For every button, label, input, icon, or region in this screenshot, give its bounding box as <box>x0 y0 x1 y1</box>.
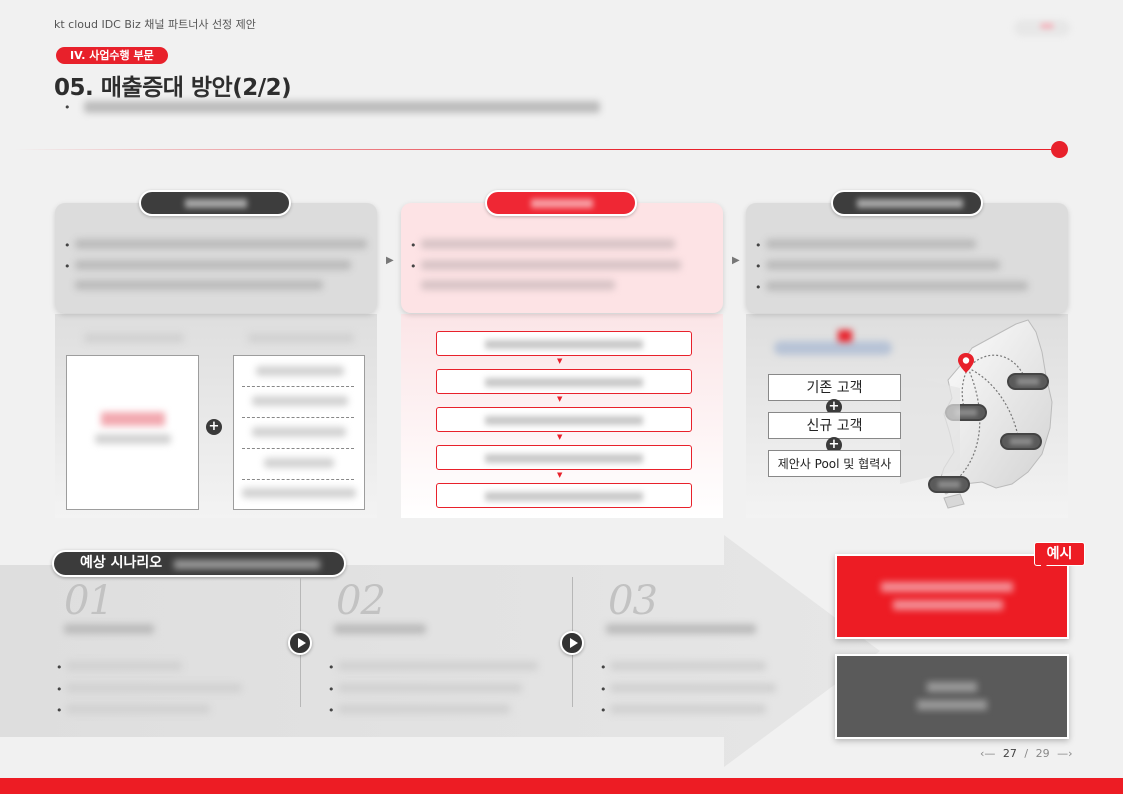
document-title: kt cloud IDC Biz 채널 파트너사 선정 제안 <box>54 18 256 31</box>
partner-logo <box>774 341 892 355</box>
step-title <box>64 624 154 634</box>
column-1-subhead-b <box>248 333 354 343</box>
step-number: 02 <box>336 578 386 624</box>
play-circle-icon <box>560 631 584 655</box>
pagination: ‹— 27 / 29 —› <box>980 747 1073 760</box>
footer-bar <box>0 778 1123 794</box>
existing-customer-box: 기존 고객 <box>768 374 901 401</box>
summary-bullet: • <box>64 101 71 114</box>
step-title <box>334 624 426 634</box>
step-title <box>606 624 756 634</box>
divider-line <box>14 149 1060 150</box>
plus-circle-icon: + <box>206 419 222 435</box>
section-label: IV. 사업수행 부문 <box>56 47 168 64</box>
page-separator: / <box>1024 747 1029 760</box>
flow-step-2 <box>436 369 692 394</box>
flow-step-5 <box>436 483 692 508</box>
column-2-tab <box>485 190 637 216</box>
down-arrow-icon: ▼ <box>557 395 563 403</box>
map-pin-icon <box>958 353 974 373</box>
flow-step-4 <box>436 445 692 470</box>
partner-pool-box: 제안사 Pool 및 협력사 <box>768 450 901 477</box>
map-connector <box>900 374 960 484</box>
brand-logo <box>1014 20 1070 36</box>
column-3-panel: • • • <box>746 203 1068 313</box>
scenario-label-pill: 예상 시나리오 <box>52 550 346 577</box>
down-arrow-icon: ▼ <box>557 357 563 365</box>
map-location-marker <box>1007 373 1049 390</box>
flow-step-3 <box>436 407 692 432</box>
play-circle-icon <box>288 631 312 655</box>
chevron-right-icon: ▶ <box>386 255 394 266</box>
step-number: 03 <box>608 578 658 624</box>
result-card-dark <box>835 654 1069 739</box>
result-card-highlight <box>835 554 1069 639</box>
example-tag: 예시 <box>1034 542 1085 571</box>
column-1-tab <box>139 190 291 216</box>
column-2-panel: • • <box>401 203 723 313</box>
partner-logo-mark <box>838 330 852 342</box>
step-number: 01 <box>64 578 114 624</box>
new-customer-box: 신규 고객 <box>768 412 901 439</box>
column-1-subhead-a <box>84 333 184 343</box>
column-1-list-box <box>233 355 365 510</box>
current-page: 27 <box>1002 747 1017 760</box>
down-arrow-icon: ▼ <box>557 471 563 479</box>
column-1-panel: • • <box>55 203 377 313</box>
next-page-icon[interactable]: —› <box>1057 747 1072 760</box>
summary-redacted <box>84 101 600 113</box>
map-location-marker <box>1000 433 1042 450</box>
prev-page-icon[interactable]: ‹— <box>980 747 995 760</box>
chevron-right-icon: ▶ <box>732 255 740 266</box>
down-arrow-icon: ▼ <box>557 433 563 441</box>
page-title: 05. 매출증대 방안(2/2) <box>54 75 292 101</box>
column-1-image-box <box>66 355 199 510</box>
divider-dot <box>1051 141 1068 158</box>
scenario-label: 예상 시나리오 <box>80 555 163 571</box>
total-pages: 29 <box>1035 747 1050 760</box>
column-3-tab <box>831 190 983 216</box>
flow-step-1 <box>436 331 692 356</box>
